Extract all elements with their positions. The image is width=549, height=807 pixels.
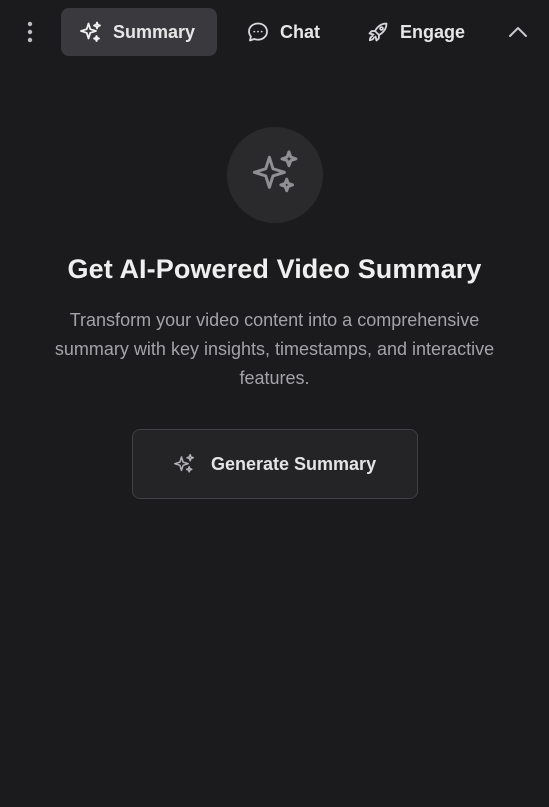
hero-description: Transform your video content into a comp… xyxy=(54,310,495,388)
tab-chat[interactable]: Chat xyxy=(232,8,338,56)
tab-engage[interactable]: Engage xyxy=(352,8,482,56)
hero-icon-badge xyxy=(227,127,323,223)
tab-summary-label: Summary xyxy=(113,21,196,42)
more-vertical-icon[interactable] xyxy=(18,18,42,46)
hero-title: Get AI-Powered Video Summary xyxy=(67,254,482,284)
chevron-up-icon[interactable] xyxy=(505,20,531,44)
sparkles-icon xyxy=(248,146,302,205)
summary-panel: Summary Chat Engage Get AI-Powered Video… xyxy=(0,0,549,807)
sparkles-icon xyxy=(171,451,197,477)
tab-summary[interactable]: Summary xyxy=(61,8,217,56)
sparkles-icon xyxy=(79,20,103,44)
rocket-icon xyxy=(366,20,390,44)
message-circle-icon xyxy=(246,20,270,44)
generate-summary-button[interactable]: Generate Summary xyxy=(132,429,418,499)
generate-summary-label: Generate Summary xyxy=(211,453,377,474)
tab-engage-label: Engage xyxy=(400,21,466,42)
tab-chat-label: Chat xyxy=(280,21,320,42)
tab-bar: Summary Chat Engage xyxy=(0,8,549,56)
